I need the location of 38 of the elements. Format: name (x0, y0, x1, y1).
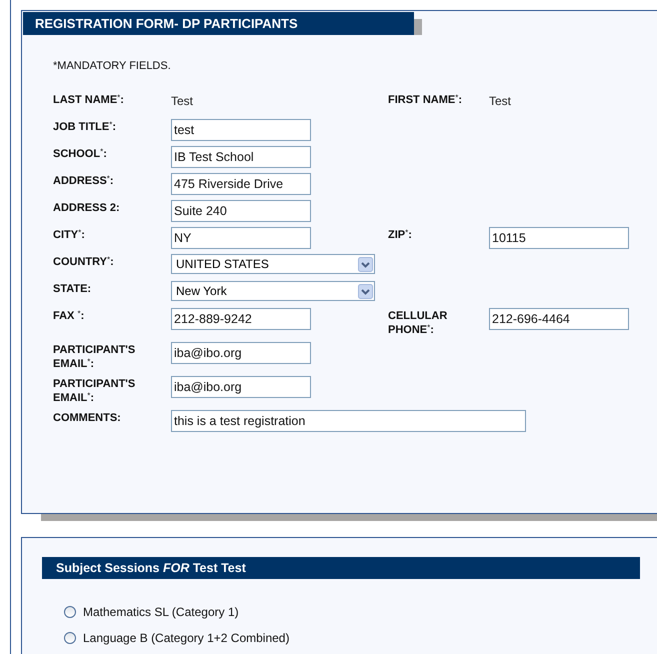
field-label: SCHOOL$^{*}$: (53, 146, 108, 161)
sessions-title: Subject Sessions FOR Test Test (42, 557, 640, 579)
input-field[interactable]: IB Test School (171, 146, 311, 168)
input-field[interactable]: this is a test registration (171, 410, 526, 432)
field-label: PARTICIPANT'S EMAIL$^{*}$: (53, 377, 136, 405)
input-field[interactable]: 10115 (489, 227, 629, 249)
field-label: STATE: (53, 282, 92, 296)
field-label: ADDRESS 2: (53, 201, 121, 215)
dropdown[interactable]: New York (171, 281, 375, 301)
form-title: REGISTRATION FORM- DP PARTICIPANTS (23, 12, 414, 35)
dropdown[interactable]: UNITED STATES (171, 254, 375, 274)
field-label: ZIP$^{*}$: (388, 227, 413, 242)
radio-button[interactable] (64, 632, 76, 644)
field-label: LAST NAME$^{*}$: (53, 92, 125, 107)
field-label: JOB TITLE$^{*}$: (53, 119, 118, 134)
field-value: Test (489, 93, 512, 108)
input-field[interactable]: Suite 240 (171, 200, 311, 222)
input-field[interactable]: 475 Riverside Drive (171, 173, 311, 195)
input-field[interactable]: 212-889-9242 (171, 308, 311, 330)
input-field[interactable]: 212-696-4464 (489, 308, 629, 330)
input-field[interactable]: NY (171, 227, 311, 249)
field-label: PARTICIPANT'S EMAIL$^{*}$: (53, 343, 136, 371)
field-label: COMMENTS: (53, 411, 122, 425)
input-field[interactable]: iba@ibo.org (171, 376, 311, 398)
field-value: Test (171, 93, 194, 108)
mandatory-note: *MANDATORY FIELDS. (53, 60, 172, 72)
field-label: FAX $^{*}$: (53, 308, 86, 323)
field-label: CITY$^{*}$: (53, 227, 86, 242)
field-label: CELLULAR PHONE$^{*}$: (388, 309, 448, 337)
input-field[interactable]: test (171, 119, 311, 141)
radio-label: Mathematics SL (Category 1) (83, 605, 239, 619)
input-field[interactable]: iba@ibo.org (171, 342, 311, 364)
field-label: FIRST NAME$^{*}$: (388, 92, 464, 107)
radio-button[interactable] (64, 606, 76, 618)
field-label: COUNTRY$^{*}$: (53, 254, 115, 269)
field-label: ADDRESS$^{*}$: (53, 173, 115, 188)
radio-label: Language B (Category 1+2 Combined) (83, 631, 290, 645)
header-shadow (414, 19, 422, 35)
